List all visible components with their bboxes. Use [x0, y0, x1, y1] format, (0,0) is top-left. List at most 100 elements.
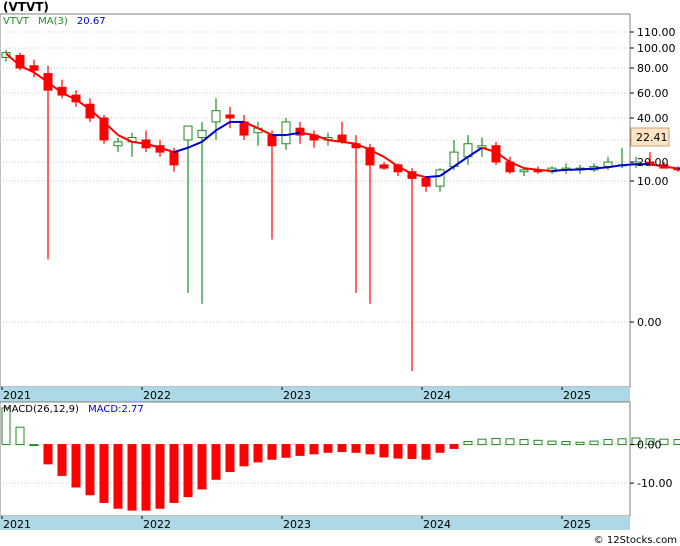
price-legend: VTVT MA(3) 20.67 [3, 16, 106, 27]
price-x-axis: 2021 2022 2023 2024 2025 [0, 387, 630, 402]
candle-body [477, 145, 487, 149]
candle-body [603, 161, 613, 167]
macd-x-tick-label: 2023 [283, 518, 311, 531]
macd-bar [155, 444, 165, 509]
macd-bar [337, 444, 347, 453]
stock-chart: (VTVT) 110.00100.0080.0060.0040.0030.002… [0, 0, 680, 546]
macd-x-axis: 2021 2022 2023 2024 2025 [0, 516, 630, 531]
candle-body [169, 151, 179, 166]
price-plot-frame [0, 13, 631, 388]
last-price-label: 22.41 [630, 127, 670, 147]
macd-bar [15, 426, 25, 446]
macd-bar [421, 444, 431, 460]
candle-body [379, 164, 389, 169]
macd-bar [603, 439, 613, 446]
macd-bar [183, 444, 193, 498]
macd-bar [393, 444, 403, 459]
ma-segment [593, 166, 609, 170]
candle-body [225, 114, 235, 119]
x-axis-band-top [0, 387, 630, 402]
candle-body [421, 177, 431, 187]
macd-bar [127, 444, 137, 511]
macd-legend-name: MACD(26,12,9) [3, 404, 79, 415]
price-x-tick-label: 2023 [283, 389, 311, 402]
macd-bar [589, 440, 599, 446]
macd-bar [141, 444, 151, 511]
price-x-tick-label: 2025 [563, 389, 591, 402]
legend-ma-name: MA(3) [38, 16, 68, 27]
price-tick-label: 60.00 [637, 87, 669, 100]
macd-bar [449, 444, 459, 449]
price-tick-label: 110.00 [637, 26, 676, 39]
macd-bar [85, 444, 95, 496]
macd-panel: 0.00 -10.00 MACD(26,12,9) MACD:2.77 [0, 401, 680, 517]
macd-bar [169, 444, 179, 503]
macd-bar [519, 439, 529, 446]
macd-y-axis: 0.00 -10.00 [630, 439, 672, 490]
candle-body [183, 125, 193, 141]
ma-segment [425, 175, 441, 179]
ma-segment [537, 168, 553, 172]
x-axis-band-bottom [0, 516, 630, 530]
candle-body [519, 169, 529, 173]
macd-bar [407, 444, 417, 459]
price-tick-label: 0.00 [637, 316, 662, 329]
macd-bar [379, 444, 389, 458]
macd-bar [491, 437, 501, 446]
macd-x-tick-label: 2024 [423, 518, 451, 531]
chart-title: (VTVT) [3, 0, 49, 14]
ma-segment [579, 167, 595, 171]
macd-bar [99, 444, 109, 503]
macd-bar [505, 438, 515, 446]
macd-bar [477, 438, 487, 446]
price-tick-label: 80.00 [637, 62, 669, 75]
macd-bar [43, 444, 53, 465]
macd-x-tick-label: 2025 [563, 518, 591, 531]
ma-segment [551, 168, 567, 172]
macd-bar [197, 444, 207, 490]
macd-bar [57, 444, 67, 476]
macd-legend-value: MACD:2.77 [88, 404, 144, 415]
candle-body [197, 129, 207, 138]
macd-tick-label: -10.00 [637, 477, 672, 490]
macd-x-tick-label: 2021 [3, 518, 31, 531]
last-price-value: 22.41 [636, 131, 668, 144]
watermark: © 12Stocks.com [594, 535, 677, 546]
macd-bar [365, 444, 375, 455]
macd-bar [351, 444, 361, 453]
macd-legend: MACD(26,12,9) MACD:2.77 [3, 404, 144, 415]
macd-bar [323, 444, 333, 453]
macd-bar [267, 444, 277, 460]
candle-body [435, 169, 445, 187]
macd-tick-label: 0.00 [637, 439, 662, 452]
macd-bar [575, 441, 585, 446]
macd-bar [253, 444, 263, 463]
candle-body [281, 121, 291, 145]
legend-series-name: VTVT [3, 16, 30, 27]
macd-bar [225, 444, 235, 473]
price-tick-label: 10.00 [637, 175, 669, 188]
macd-bar [547, 440, 557, 446]
price-x-tick-label: 2024 [423, 389, 451, 402]
candle-body [211, 110, 221, 123]
svg-text:VTVT MA(3) 20.: VTVT MA(3) 20.67 [3, 16, 106, 27]
price-tick-label: 100.00 [637, 42, 676, 55]
macd-bar [295, 444, 305, 456]
macd-bar [239, 444, 249, 467]
macd-bar [435, 444, 445, 453]
candle-body [29, 65, 39, 71]
price-x-tick-label: 2021 [3, 389, 31, 402]
macd-bar [617, 438, 627, 446]
price-x-tick-label: 2022 [143, 389, 171, 402]
ma-segment [621, 163, 637, 167]
price-y-axis: 110.00100.0080.0060.0040.0030.0020.0010.… [630, 26, 676, 329]
macd-x-tick-label: 2022 [143, 518, 171, 531]
macd-bar [309, 444, 319, 455]
macd-bar [463, 440, 473, 446]
macd-bar [71, 444, 81, 488]
macd-bar [561, 440, 571, 446]
candle-body [267, 134, 277, 147]
legend-ma-value: 20.67 [77, 16, 106, 27]
macd-bar [113, 444, 123, 509]
macd-bar [211, 444, 221, 480]
